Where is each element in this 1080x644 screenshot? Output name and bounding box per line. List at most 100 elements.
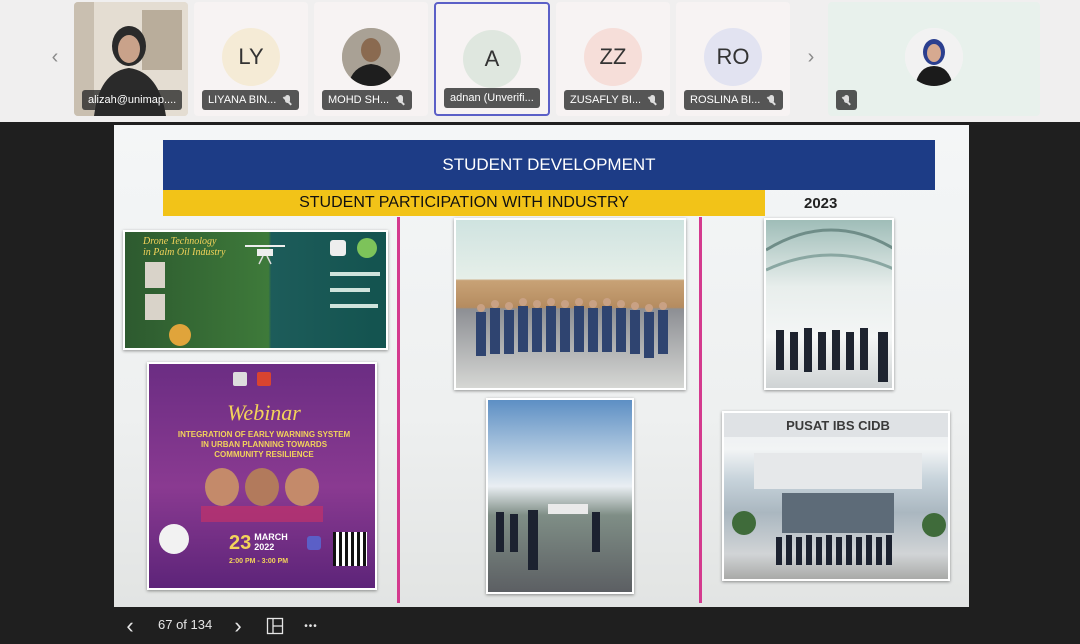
atrium-group-photo bbox=[764, 218, 894, 390]
poster-info-line bbox=[330, 272, 380, 276]
avatar-initials: A bbox=[484, 46, 500, 71]
participant-strip: ‹ alizah@unimap.... LY LIYANA BIN... MOH… bbox=[0, 0, 1080, 122]
poster-topic-line: IN URBAN PLANNING TOWARDS bbox=[200, 440, 328, 449]
participant-tile-active[interactable]: A adnan (Unverifi... bbox=[434, 2, 550, 116]
group-people-illustration bbox=[476, 298, 668, 358]
participant-name-tag bbox=[836, 90, 857, 110]
mic-muted-icon bbox=[647, 94, 658, 106]
avatar: A bbox=[463, 30, 521, 88]
slide-year: 2023 bbox=[804, 195, 838, 212]
poster-heading: Webinar bbox=[227, 400, 301, 425]
divider-line bbox=[397, 217, 400, 603]
presentation-toolbar: ‹ 67 of 134 › ••• bbox=[0, 608, 1080, 644]
qr-code-icon bbox=[333, 532, 367, 566]
participant-name-tag: ZUSAFLY BI... bbox=[564, 90, 665, 110]
participant-name: alizah@unimap.... bbox=[88, 94, 177, 106]
participant-name-tag: alizah@unimap.... bbox=[82, 90, 183, 110]
more-icon: ••• bbox=[304, 620, 318, 632]
speaker-photo bbox=[245, 468, 279, 506]
building-people-illustration bbox=[732, 453, 946, 565]
participant-name: ZUSAFLY BI... bbox=[570, 94, 642, 106]
poster-topic-line: COMMUNITY RESILIENCE bbox=[214, 450, 314, 459]
avatar: RO bbox=[704, 28, 762, 86]
outdoor-people-illustration bbox=[496, 504, 600, 570]
participant-tile[interactable]: ZZ ZUSAFLY BI... bbox=[556, 2, 670, 116]
poster-topic-line: INTEGRATION OF EARLY WARNING SYSTEM bbox=[177, 430, 351, 439]
outdoor-site-photo bbox=[486, 398, 634, 594]
poster-title-line: in Palm Oil Industry bbox=[143, 247, 226, 258]
moderator-photo bbox=[159, 524, 189, 554]
cidb-building-photo: PUSAT IBS CIDB bbox=[722, 411, 950, 581]
presentation-stage: STUDENT DEVELOPMENT STUDENT PARTICIPATIO… bbox=[0, 122, 1080, 608]
strip-next-icon[interactable]: › bbox=[798, 40, 824, 74]
partner-logo-icon bbox=[257, 372, 271, 386]
university-logo-icon bbox=[233, 372, 247, 386]
shield-icon bbox=[330, 240, 346, 256]
poster-date-month-year: MARCH 2022 bbox=[254, 532, 288, 552]
strip-prev-icon[interactable]: ‹ bbox=[42, 40, 68, 74]
mic-muted-icon bbox=[395, 94, 406, 106]
participant-name-tag: LIYANA BIN... bbox=[202, 90, 300, 110]
participant-name: ROSLINA BI... bbox=[690, 94, 761, 106]
participant-tile[interactable]: LY LIYANA BIN... bbox=[194, 2, 308, 116]
avatar: LY bbox=[222, 28, 280, 86]
speaker-name-bar bbox=[201, 506, 323, 522]
teams-icon bbox=[307, 536, 321, 550]
teams-meeting-window: ‹ alizah@unimap.... LY LIYANA BIN... MOH… bbox=[0, 0, 1080, 644]
avatar-photo bbox=[905, 28, 963, 86]
slide-title: STUDENT DEVELOPMENT bbox=[163, 140, 935, 190]
slide: STUDENT DEVELOPMENT STUDENT PARTICIPATIO… bbox=[114, 125, 969, 607]
avatar-initials: RO bbox=[716, 44, 750, 69]
participant-tile[interactable]: MOHD SH... bbox=[314, 2, 428, 116]
participant-name-tag: MOHD SH... bbox=[322, 90, 413, 110]
industry-visit-group-photo bbox=[454, 218, 686, 390]
participant-tile[interactable]: alizah@unimap.... bbox=[74, 2, 188, 116]
avatar-photo bbox=[342, 28, 400, 86]
chevron-right-icon: › bbox=[234, 613, 242, 638]
participant-name: adnan (Unverifi... bbox=[450, 92, 534, 104]
previous-slide-button[interactable]: ‹ bbox=[120, 613, 140, 638]
speaker-photo bbox=[145, 262, 165, 288]
avatar-initials: ZZ bbox=[599, 44, 627, 69]
early-warning-webinar-poster: Webinar INTEGRATION OF EARLY WARNING SYS… bbox=[147, 362, 377, 590]
poster-info-line bbox=[330, 288, 370, 292]
poster-topic: INTEGRATION OF EARLY WARNING SYSTEM IN U… bbox=[149, 430, 375, 460]
participant-name: MOHD SH... bbox=[328, 94, 390, 106]
participant-name-tag: adnan (Unverifi... bbox=[444, 88, 540, 108]
poster-date: 23 MARCH 2022 bbox=[229, 532, 288, 555]
atrium-illustration bbox=[766, 228, 892, 382]
drone-webinar-poster: Drone Technology in Palm Oil Industry bbox=[123, 230, 388, 350]
participant-name-tag: ROSLINA BI... bbox=[684, 90, 784, 110]
mic-muted-icon bbox=[841, 94, 852, 106]
poster-date-month: MARCH bbox=[254, 532, 288, 542]
speaker-photo bbox=[145, 294, 165, 320]
logo-icon bbox=[169, 324, 191, 346]
speaker-photo bbox=[285, 468, 319, 506]
avatar-initials: LY bbox=[238, 44, 264, 69]
poster-title-line: Drone Technology bbox=[143, 236, 217, 247]
drone-icon bbox=[245, 245, 285, 265]
avatar: ZZ bbox=[584, 28, 642, 86]
next-slide-button[interactable]: › bbox=[228, 613, 248, 638]
poster-time: 2:00 PM - 3:00 PM bbox=[229, 558, 289, 565]
divider-line bbox=[699, 217, 702, 603]
participant-tile[interactable] bbox=[828, 2, 1040, 116]
avatar bbox=[905, 28, 963, 86]
poster-title: Drone Technology in Palm Oil Industry bbox=[143, 236, 226, 258]
palm-logo-icon bbox=[357, 238, 377, 258]
slide-grid-button[interactable] bbox=[264, 614, 286, 638]
more-options-button[interactable]: ••• bbox=[298, 614, 324, 638]
chevron-left-icon: ‹ bbox=[126, 613, 134, 638]
grid-view-icon bbox=[266, 617, 284, 635]
poster-date-day: 23 bbox=[229, 532, 252, 554]
poster-date-year: 2022 bbox=[254, 542, 275, 552]
slide-subtitle: STUDENT PARTICIPATION WITH INDUSTRY bbox=[163, 190, 765, 216]
poster-info-line bbox=[330, 304, 378, 308]
speaker-photo bbox=[205, 468, 239, 506]
participant-tile[interactable]: RO ROSLINA BI... bbox=[676, 2, 790, 116]
participant-name: LIYANA BIN... bbox=[208, 94, 277, 106]
page-indicator: 67 of 134 bbox=[158, 617, 213, 632]
mic-muted-icon bbox=[282, 94, 293, 106]
avatar bbox=[342, 28, 400, 86]
mic-muted-icon bbox=[766, 94, 777, 106]
